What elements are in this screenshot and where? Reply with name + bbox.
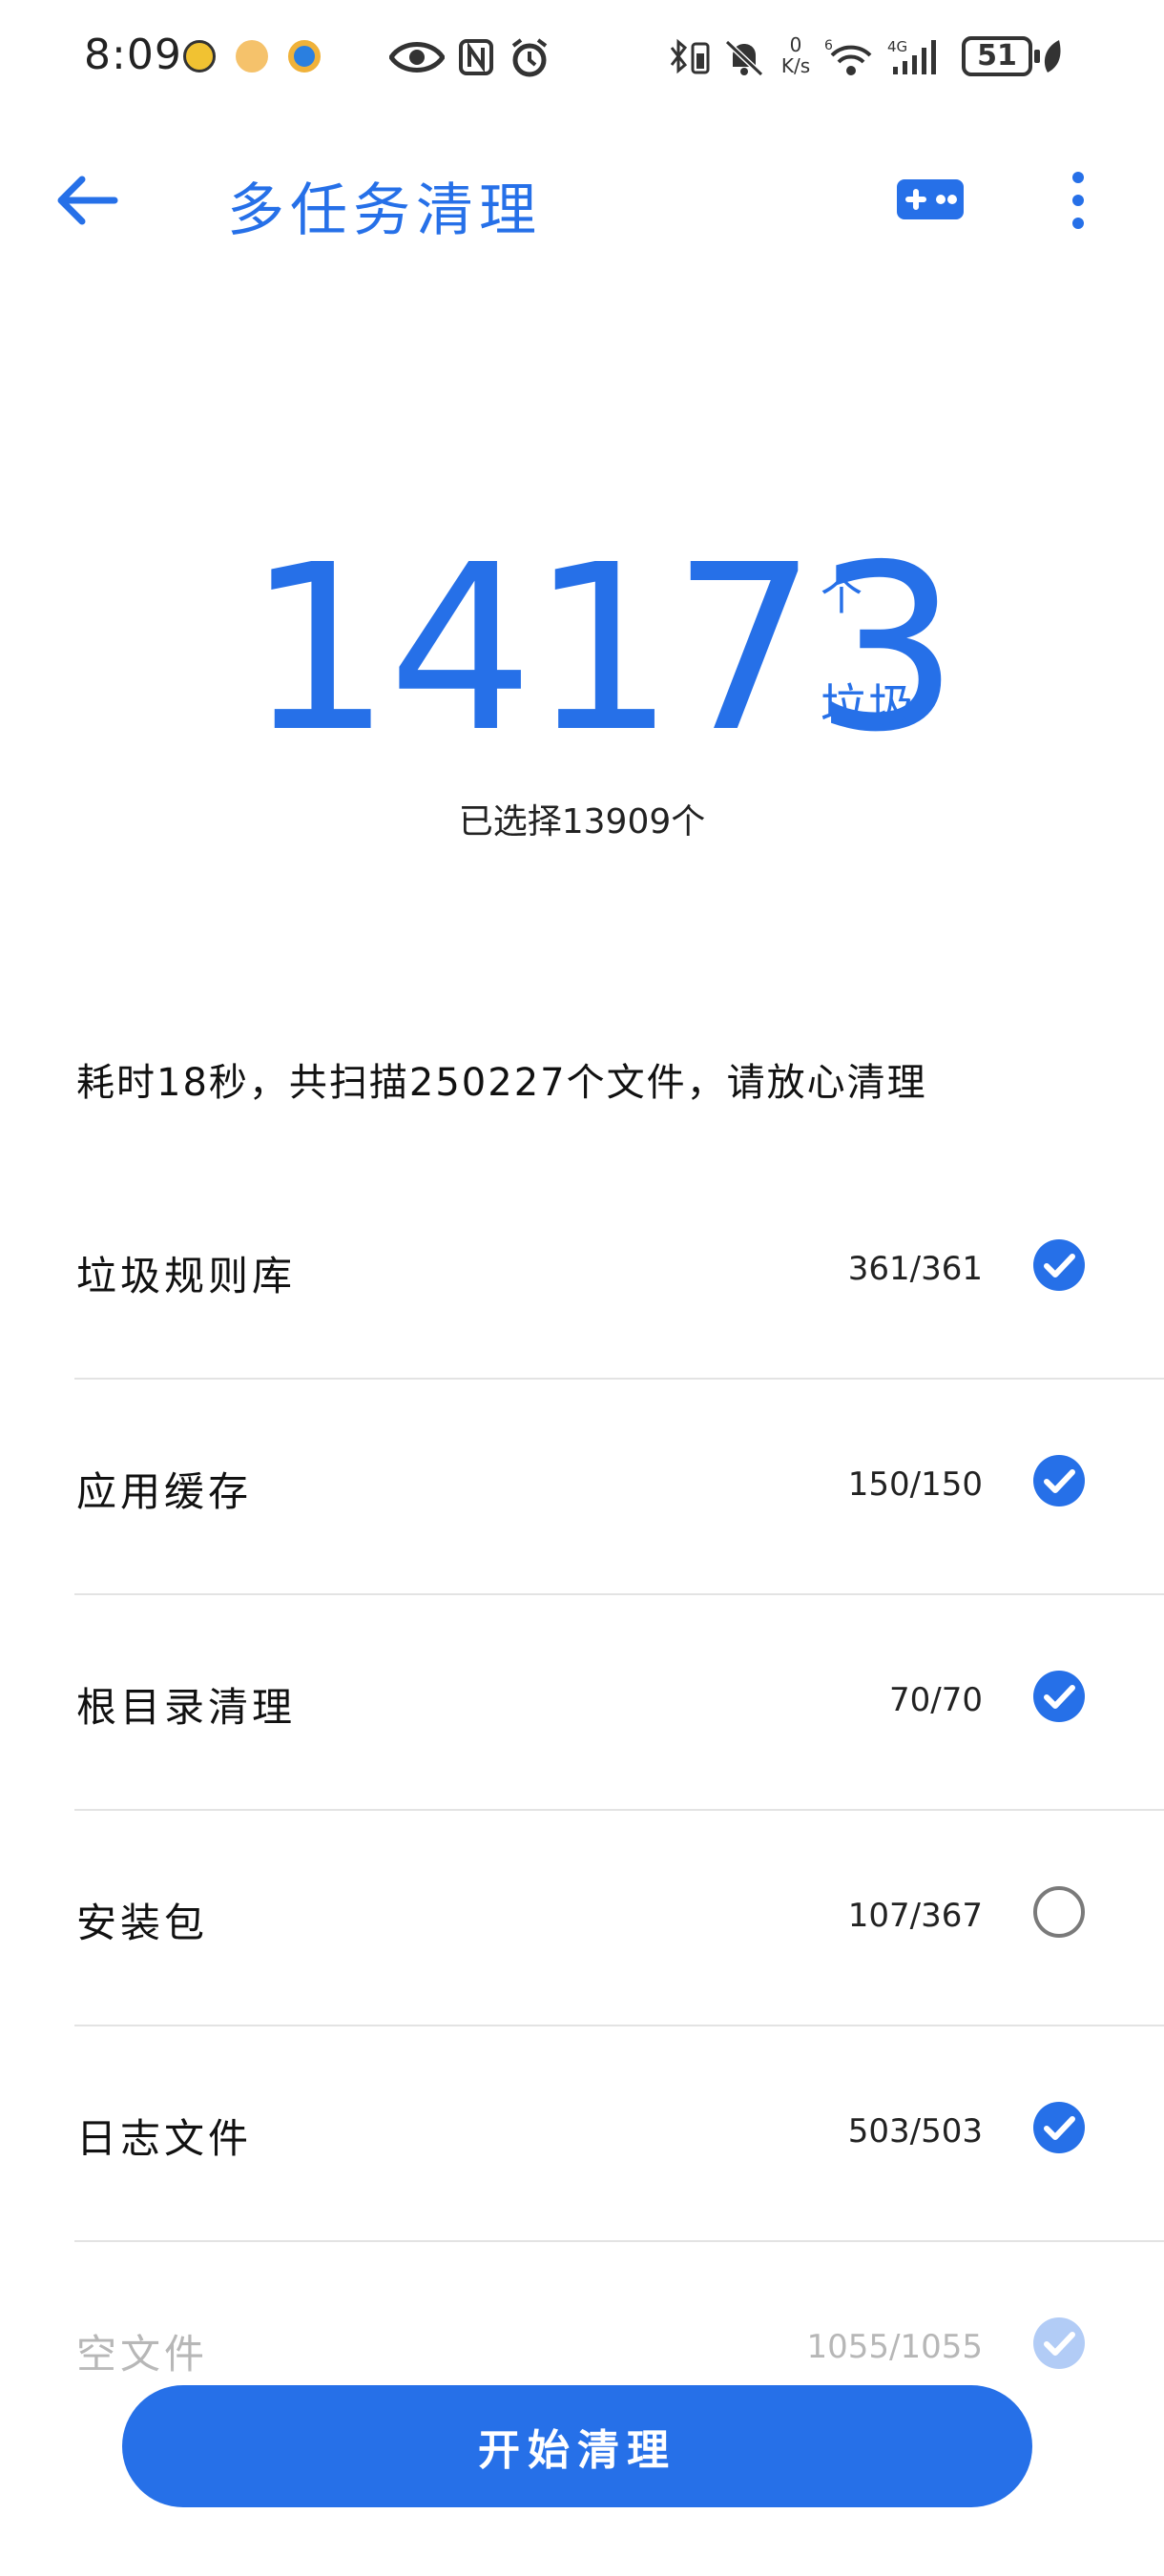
back-arrow-icon[interactable]: [53, 170, 120, 231]
list-item-install-packages[interactable]: 安装包 107/367: [74, 1811, 1164, 2026]
item-count: 107/367: [847, 1897, 983, 1935]
nfc-icon: [459, 39, 493, 75]
item-label: 根目录清理: [76, 1684, 297, 1731]
item-count: 70/70: [889, 1681, 983, 1719]
junk-category-list: 垃圾规则库 361/361 应用缓存 150/150 根目录清理 70/70 安…: [0, 1164, 1164, 2458]
mute-bell-icon: [724, 39, 764, 77]
junk-label: 垃圾: [821, 679, 917, 733]
cleanup-screen: 8:09 0 K/s 6 4G 51 多任务清理 14173 个 垃圾 已选择1…: [0, 0, 1164, 2576]
list-item-log-files[interactable]: 日志文件 503/503: [74, 2026, 1164, 2242]
selected-count: 已选择13909个: [458, 802, 706, 841]
status-time: 8:09: [84, 31, 182, 79]
gamepad-icon[interactable]: [895, 174, 966, 227]
list-item-root-cleanup[interactable]: 根目录清理 70/70: [74, 1595, 1164, 1811]
wifi-icon: 6: [824, 38, 872, 75]
list-item-app-cache[interactable]: 应用缓存 150/150: [74, 1380, 1164, 1595]
item-label: 应用缓存: [76, 1468, 253, 1515]
leaf-icon: [1044, 40, 1061, 73]
item-count: 503/503: [847, 2112, 983, 2150]
status-bar: 8:09 0 K/s 6 4G 51: [0, 0, 1164, 114]
battery-indicator: 51: [962, 36, 1040, 76]
network-speed-value: 0: [789, 33, 802, 56]
cell-signal-icon: 4G: [887, 38, 936, 74]
network-speed-unit: K/s: [780, 54, 811, 77]
checked-checkbox-icon[interactable]: [1032, 1238, 1086, 1292]
checked-checkbox-icon[interactable]: [1032, 1454, 1086, 1507]
network-speed: 0 K/s: [775, 34, 817, 76]
checked-checkbox-icon[interactable]: [1032, 2316, 1086, 2370]
network-type: 4G: [887, 38, 907, 55]
item-count: 361/361: [847, 1250, 983, 1288]
more-vert-icon[interactable]: [1059, 166, 1097, 235]
app-header: 多任务清理: [0, 143, 1164, 258]
page-title: 多任务清理: [227, 177, 542, 244]
alarm-icon: [511, 38, 548, 77]
list-item-rules[interactable]: 垃圾规则库 361/361: [74, 1164, 1164, 1380]
item-label: 垃圾规则库: [76, 1253, 297, 1299]
junk-count-display: 14173 个 垃圾: [0, 534, 1164, 763]
svg-text:6: 6: [824, 38, 833, 53]
item-count: 1055/1055: [806, 2328, 983, 2366]
start-cleanup-button[interactable]: 开始清理: [122, 2385, 1032, 2507]
app-notification-icon: [288, 40, 321, 73]
junk-count-unit: 个: [821, 571, 863, 620]
scan-summary: 耗时18秒，共扫描250227个文件，请放心清理: [76, 1061, 927, 1105]
eye-icon: [389, 42, 445, 73]
item-count: 150/150: [847, 1465, 983, 1504]
emoji-notification-icon: [236, 40, 268, 73]
item-label: 日志文件: [76, 2115, 253, 2162]
checked-checkbox-icon[interactable]: [1032, 1670, 1086, 1723]
qq-notification-icon: [183, 40, 216, 73]
unchecked-checkbox-icon[interactable]: [1032, 1885, 1086, 1939]
checked-checkbox-icon[interactable]: [1032, 2101, 1086, 2154]
bluetooth-battery-icon: [670, 38, 710, 74]
item-label: 安装包: [76, 1900, 209, 1946]
